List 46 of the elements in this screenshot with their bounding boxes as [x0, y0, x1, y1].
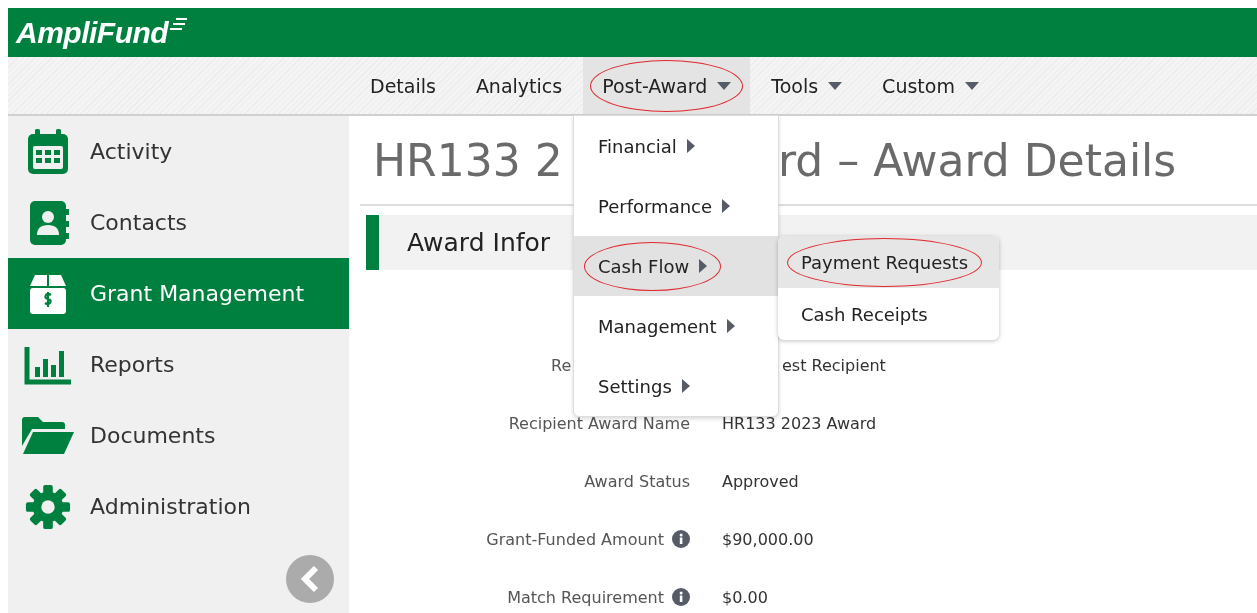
menu-item[interactable]: Financial	[574, 116, 778, 176]
menu-item[interactable]: Management	[574, 296, 778, 356]
page-title: HR133 2	[372, 134, 564, 186]
sidebar-item[interactable]: Administration	[8, 471, 349, 542]
menu-item[interactable]: Cash Flow	[574, 236, 778, 296]
page-title: rd – Award Details	[778, 134, 1178, 186]
field-value: HR133 2023 Award	[722, 413, 877, 433]
menu-item[interactable]: Settings	[574, 356, 778, 416]
field-label: Match Requirement	[507, 587, 664, 607]
sidebar-item[interactable]: Activity	[8, 116, 349, 187]
field-label: Grant-Funded Amount	[486, 529, 664, 549]
caret-icon	[686, 139, 695, 153]
field-value: est Recipient	[782, 355, 886, 375]
sidebar-item[interactable]: Contacts	[8, 187, 349, 258]
caret-icon	[828, 81, 843, 90]
collapse-button[interactable]	[286, 555, 334, 603]
caret-icon	[722, 199, 731, 213]
field-value: Approved	[722, 471, 799, 491]
caret-icon	[699, 259, 708, 273]
info-icon	[672, 530, 690, 548]
menu-item[interactable]: Cash Receipts	[778, 288, 999, 340]
nav-tab[interactable]: Details	[351, 57, 455, 114]
sidebar-item[interactable]: Documents	[8, 400, 349, 471]
nav-tab[interactable]: Post-Award	[583, 57, 751, 114]
field-label: Award Status	[584, 471, 690, 491]
field-label: Recipient Award Name	[508, 413, 690, 433]
nav-tab[interactable]: Custom	[863, 57, 998, 114]
folder-icon	[20, 415, 76, 456]
nav-tab[interactable]: Analytics	[456, 57, 582, 114]
bar-chart-icon	[24, 344, 72, 385]
info-icon	[672, 588, 690, 606]
sidebar-item[interactable]: Grant Management	[8, 258, 349, 329]
field-label: Re	[551, 355, 572, 375]
nav-tab[interactable]: Tools	[752, 57, 862, 114]
settings-icon	[25, 483, 71, 530]
menu-item[interactable]: Payment Requests	[778, 236, 999, 288]
calendar-icon	[26, 127, 70, 176]
sidebar-item[interactable]: Reports	[8, 329, 349, 400]
caret-icon	[681, 379, 690, 393]
field-value: $90,000.00	[722, 529, 814, 549]
caret-icon	[964, 81, 979, 90]
caret-icon	[717, 81, 732, 90]
logo: AmpliFund	[16, 15, 169, 50]
caret-icon	[726, 319, 735, 333]
chevron-left-icon	[300, 565, 320, 593]
field-value: $0.00	[722, 587, 768, 607]
